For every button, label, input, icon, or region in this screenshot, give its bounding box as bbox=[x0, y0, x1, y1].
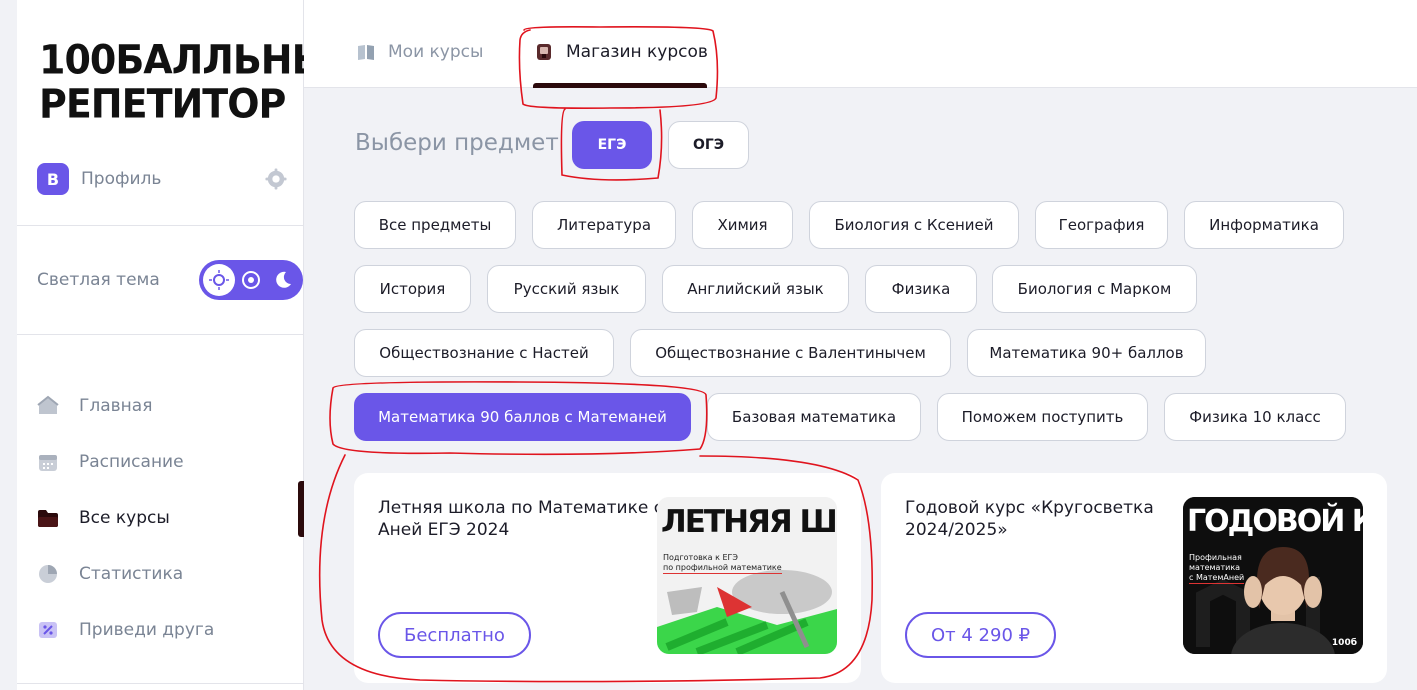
calendar-icon bbox=[39, 455, 57, 471]
sidebar-item-refer-friend[interactable]: Приведи друга bbox=[37, 602, 304, 658]
logo-line-2: РЕПЕТИТОР bbox=[39, 80, 286, 128]
course-title[interactable]: Годовой курс «Кругосветка 2024/2025» bbox=[905, 497, 1195, 541]
tab-label: Магазин курсов bbox=[566, 42, 708, 62]
thumb-subtitle-2: математика bbox=[1189, 563, 1241, 572]
theme-label: Светлая тема bbox=[37, 270, 160, 290]
profile-label: Профиль bbox=[81, 169, 162, 189]
course-thumbnail: ГОДОВОЙ КУРС Профильная математика с Мат… bbox=[1183, 497, 1363, 654]
subject-chip[interactable]: Математика 90+ баллов bbox=[967, 329, 1206, 377]
top-tabs: Мои курсы Магазин курсов bbox=[304, 0, 1417, 88]
course-price-button[interactable]: Бесплатно bbox=[378, 612, 531, 658]
book-icon bbox=[358, 45, 374, 60]
thumb-title: ЛЕТНЯЯ ШКОЛА bbox=[661, 504, 837, 540]
subject-chip[interactable]: География bbox=[1035, 201, 1168, 249]
logo-line-1: 100БАЛЛЬНЫЙ bbox=[39, 36, 362, 84]
subject-heading: Выбери предмет bbox=[355, 130, 559, 156]
gear-icon[interactable] bbox=[265, 168, 287, 190]
sidebar-item-label: Статистика bbox=[79, 564, 184, 584]
sidebar-item-label: Приведи друга bbox=[79, 620, 215, 640]
auto-icon[interactable] bbox=[235, 264, 267, 296]
thumb-subtitle-1: Подготовка к ЕГЭ bbox=[663, 553, 738, 562]
active-nav-marker bbox=[298, 481, 304, 537]
sidebar-item-label: Все курсы bbox=[79, 508, 170, 528]
course-card[interactable]: Годовой курс «Кругосветка 2024/2025» От … bbox=[881, 473, 1387, 683]
subject-chip[interactable]: Все предметы bbox=[354, 201, 516, 249]
profile-link[interactable]: B Профиль bbox=[37, 162, 287, 196]
theme-row: Светлая тема bbox=[37, 260, 303, 300]
subject-chip[interactable]: Биология с Марком bbox=[992, 265, 1197, 313]
sidebar: 100БАЛЛЬНЫЙ РЕПЕТИТОР B Профиль Светлая … bbox=[17, 0, 362, 690]
subject-chip[interactable]: Русский язык bbox=[487, 265, 646, 313]
home-icon bbox=[37, 395, 59, 414]
subject-chip[interactable]: Физика 10 класс bbox=[1164, 393, 1346, 441]
subject-chip[interactable]: Физика bbox=[865, 265, 977, 313]
subject-chip-active[interactable]: Математика 90 баллов с Матеманей bbox=[354, 393, 691, 441]
sun-icon[interactable] bbox=[203, 264, 235, 296]
store-icon bbox=[537, 44, 551, 60]
subject-chip[interactable]: Биология с Ксенией bbox=[809, 201, 1019, 249]
thumb-logo: 100б bbox=[1331, 638, 1357, 648]
subject-chip[interactable]: Обществознание с Настей bbox=[354, 329, 614, 377]
subject-chip[interactable]: История bbox=[354, 265, 471, 313]
active-tab-indicator bbox=[533, 83, 707, 88]
subject-chip[interactable]: Поможем поступить bbox=[937, 393, 1148, 441]
subject-chip[interactable]: Химия bbox=[692, 201, 793, 249]
subject-chip[interactable]: Литература bbox=[532, 201, 676, 249]
sidebar-item-all-courses[interactable]: Все курсы bbox=[37, 490, 304, 546]
avatar: B bbox=[37, 163, 69, 195]
thumb-subtitle-2: по профильной математике bbox=[663, 563, 782, 574]
sidebar-nav: Главная Расписание Все курсы Статистика bbox=[37, 378, 304, 658]
discount-icon bbox=[39, 622, 57, 638]
exam-oge-button[interactable]: ОГЭ bbox=[668, 121, 749, 169]
course-title[interactable]: Летняя школа по Математике с Аней ЕГЭ 20… bbox=[378, 497, 668, 541]
divider bbox=[17, 683, 304, 684]
exam-ege-button[interactable]: ЕГЭ bbox=[572, 121, 652, 169]
course-thumbnail: ЛЕТНЯЯ ШКОЛА Подготовка к ЕГЭ по профиль… bbox=[657, 497, 837, 654]
sidebar-item-home[interactable]: Главная bbox=[37, 378, 304, 434]
logo[interactable]: 100БАЛЛЬНЫЙ РЕПЕТИТОР bbox=[39, 36, 362, 133]
course-price-button[interactable]: От 4 290 ₽ bbox=[905, 612, 1057, 658]
tab-label: Мои курсы bbox=[388, 42, 484, 62]
subject-chip[interactable]: Информатика bbox=[1184, 201, 1344, 249]
tab-my-courses[interactable]: Мои курсы bbox=[356, 28, 483, 88]
moon-icon[interactable] bbox=[267, 264, 299, 296]
sidebar-item-statistics[interactable]: Статистика bbox=[37, 546, 304, 602]
course-card[interactable]: Летняя школа по Математике с Аней ЕГЭ 20… bbox=[354, 473, 861, 683]
subject-chip[interactable]: Базовая математика bbox=[707, 393, 921, 441]
thumb-title: ГОДОВОЙ КУРС bbox=[1187, 504, 1363, 539]
subject-chip[interactable]: Обществознание с Валентинычем bbox=[630, 329, 951, 377]
theme-toggle[interactable] bbox=[199, 260, 303, 300]
folder-icon bbox=[38, 510, 58, 527]
thumb-subtitle-1: Профильная bbox=[1189, 553, 1242, 562]
subject-chip[interactable]: Английский язык bbox=[662, 265, 849, 313]
sidebar-item-label: Расписание bbox=[79, 452, 184, 472]
sidebar-item-schedule[interactable]: Расписание bbox=[37, 434, 304, 490]
sidebar-item-label: Главная bbox=[79, 396, 153, 416]
tab-course-store[interactable]: Магазин курсов bbox=[534, 28, 708, 88]
pie-chart-icon bbox=[39, 565, 57, 583]
divider bbox=[17, 225, 304, 226]
thumb-subtitle-3: с МатемАней bbox=[1189, 573, 1245, 584]
divider bbox=[17, 334, 304, 335]
